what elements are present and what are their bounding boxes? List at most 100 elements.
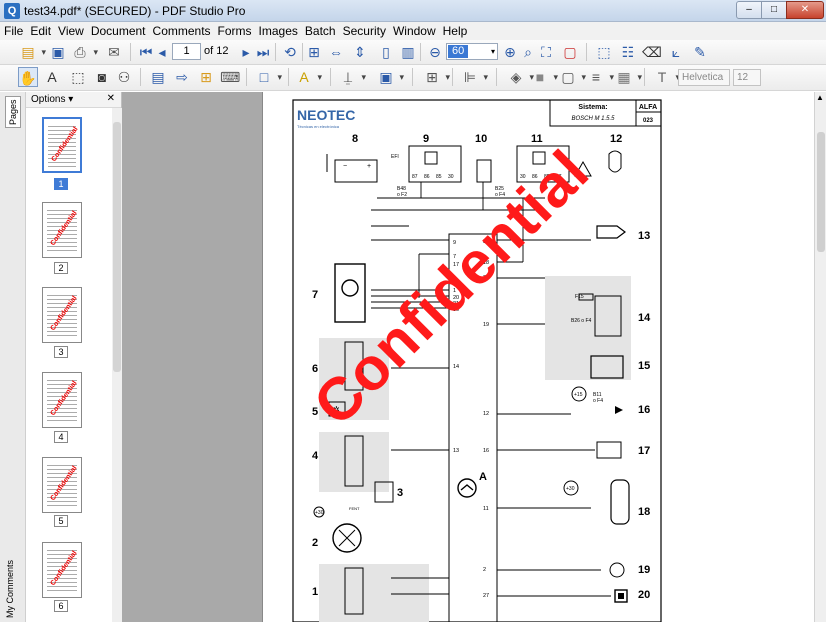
zoom-value: 60 [448,45,469,58]
menu-view[interactable]: View [54,22,87,38]
shape-icon[interactable]: □ [254,67,282,87]
crop-icon[interactable]: ⬚ [594,42,614,62]
tab-pages[interactable]: Pages [5,96,21,128]
opacity-icon[interactable]: ▦ [614,67,642,87]
svg-text:+15: +15 [574,392,583,398]
svg-text:o F2: o F2 [397,192,407,198]
save-icon[interactable]: ▣ [48,42,68,62]
thumbnail-number: 5 [54,515,68,527]
last-page-icon[interactable]: ⏭ [253,42,273,62]
menu-bar: File Edit View Document Comments Forms Images B… [0,22,826,40]
crop-page-icon[interactable]: ⟀ [666,42,686,62]
svg-text:14: 14 [453,364,459,370]
font-size-combo[interactable]: 12 [733,69,761,86]
panel-header: Options ▾ ✕ [26,92,121,108]
close-button[interactable]: ✕ [786,1,824,19]
menu-help[interactable]: Help [439,22,471,38]
typewriter-icon[interactable]: ⌨ [220,67,240,87]
actual-size-icon[interactable]: ⊞ [304,42,324,62]
component-17: 17 [638,445,650,457]
page-thumbnail[interactable]: Confidential [42,372,82,428]
scroll-up-icon[interactable]: ▲ [816,93,824,102]
fit-content-icon[interactable]: ⛶ [536,42,556,62]
single-page-icon[interactable]: ▯ [376,42,396,62]
svg-text:B26 o F4: B26 o F4 [571,318,592,324]
align-icon[interactable]: ⊫ [460,67,488,87]
highlight-icon[interactable]: A [294,67,322,87]
menu-forms[interactable]: Forms [214,22,255,38]
minimize-button[interactable]: – [736,1,762,19]
open-icon[interactable]: ▤ [18,42,46,62]
panel-close-icon[interactable]: ✕ [107,93,115,104]
thumbnail-number: 4 [54,431,68,443]
component-20: 20 [638,589,650,601]
font-icon[interactable]: T [652,67,680,87]
grid-icon[interactable]: ⊞ [422,67,450,87]
marquee-zoom-icon[interactable]: ▢ [560,42,580,62]
menu-document[interactable]: Document [87,22,149,38]
page-thumbnail[interactable]: Confidential [42,202,82,258]
rotate-icon[interactable]: ⟲ [280,42,300,62]
brand: ALFA [639,104,657,111]
zoom-in-icon[interactable]: ⊕ [500,42,520,62]
zoom-out-icon[interactable]: ⊖ [425,42,445,62]
font-family-combo[interactable]: Helvetica [678,69,730,86]
page-thumbnail[interactable]: Confidential [42,287,82,343]
options-menu[interactable]: Options ▾ [31,94,73,105]
component-16: 16 [638,404,650,416]
thumbnail-number: 3 [54,346,68,358]
system-value: BOSCH M 1.5.5 [571,116,615,122]
fill-swatch-icon[interactable]: ■ [530,67,558,87]
component-18: 18 [638,506,650,518]
tab-my-comments[interactable]: My Comments [5,560,15,618]
find-icon[interactable]: ⚇ [114,67,134,87]
snapshot-icon[interactable]: ◙ [92,67,112,87]
previous-page-icon[interactable]: ◂ [152,42,172,62]
thumbnail-number: 2 [54,262,68,274]
menu-images[interactable]: Images [255,22,301,38]
component-19: 19 [638,564,650,576]
menu-edit[interactable]: Edit [26,22,54,38]
side-tab-strip: Pages My Comments [0,92,26,622]
form-icon[interactable]: ☷ [618,42,638,62]
page-number-input[interactable]: 1 [172,43,201,60]
svg-text:FENT: FENT [349,506,360,511]
email-icon[interactable]: ✉ [104,42,124,62]
menu-batch[interactable]: Batch [301,22,339,38]
text-select-icon[interactable]: A [42,67,62,87]
export-icon[interactable]: ⇨ [172,67,192,87]
menu-window[interactable]: Window [389,22,439,38]
svg-text:−: − [343,163,347,170]
svg-text:13: 13 [453,448,459,454]
hand-tool-icon[interactable]: ✋ [18,67,38,87]
line-width-icon[interactable]: ≡ [586,67,614,87]
menu-file[interactable]: File [0,22,26,38]
svg-text:30: 30 [448,174,454,180]
component-1: 1 [312,586,318,598]
note-icon[interactable]: ▤ [148,67,168,87]
continuous-icon[interactable]: ▥ [398,42,418,62]
document-scrollbar[interactable]: ▲ [814,92,826,622]
fit-width-icon[interactable]: ⇔ [326,42,346,62]
image-icon[interactable]: ▣ [376,67,404,87]
fit-page-icon[interactable]: ⇕ [350,42,370,62]
page-thumbnail[interactable]: Confidential [42,542,82,598]
select-icon[interactable]: ⬚ [68,67,88,87]
border-color-icon[interactable]: ▢ [558,67,586,87]
page-thumbnail[interactable]: Confidential [42,117,82,173]
stamp-icon[interactable]: ⍊ [338,67,366,87]
edit-icon[interactable]: ✎ [690,42,710,62]
zoom-tool-icon[interactable]: ⌕ [518,42,538,62]
menu-comments[interactable]: Comments [149,22,214,38]
panel-scrollbar[interactable] [112,108,122,622]
thumbnail-number: 1 [54,178,68,190]
print-icon[interactable]: ⎙ [70,42,98,62]
attach-icon[interactable]: ⊞ [196,67,216,87]
component-13: 13 [638,230,650,242]
menu-security[interactable]: Security [339,22,389,38]
page-thumbnail[interactable]: Confidential [42,457,82,513]
maximize-button[interactable]: □ [761,1,787,19]
fill-color-icon[interactable]: ◈ [506,67,534,87]
zoom-combo[interactable]: 60 ▾ [446,43,498,60]
clear-icon[interactable]: ⌫ [642,42,662,62]
